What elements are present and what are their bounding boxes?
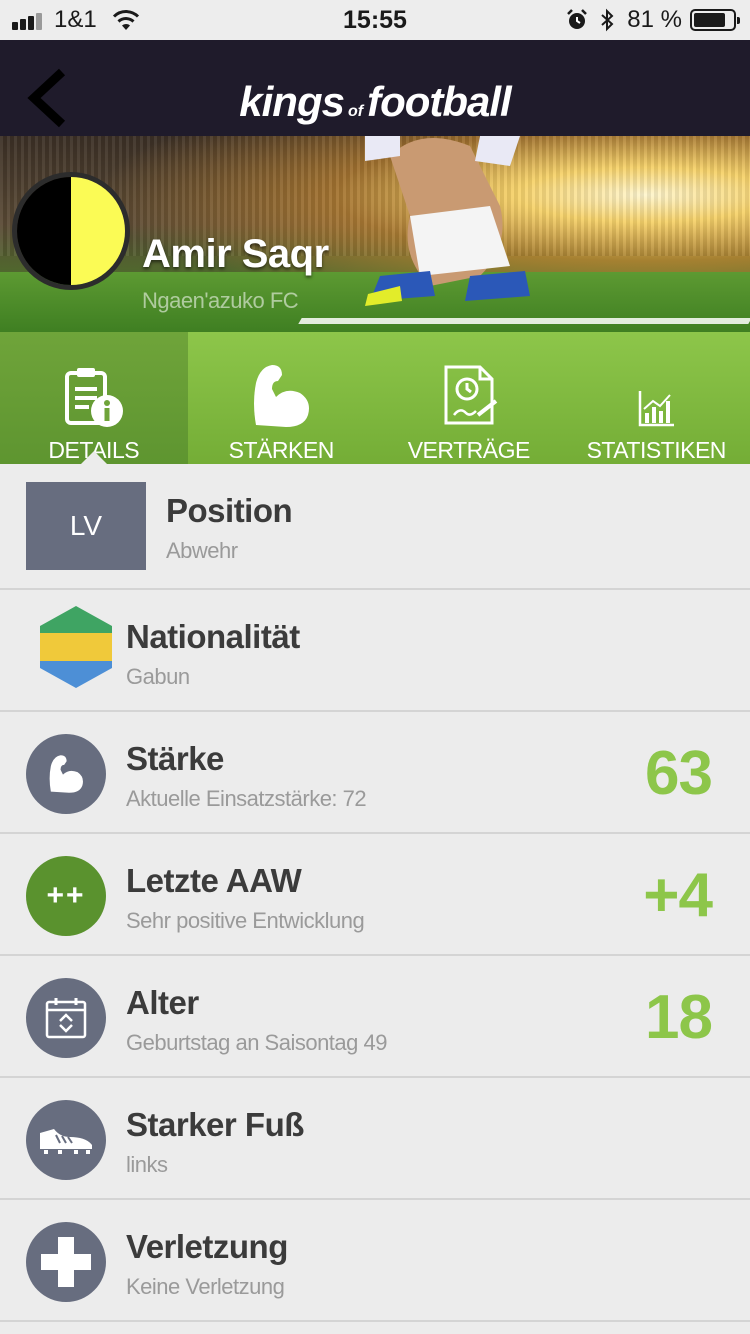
strength-value: 63 [645, 739, 713, 808]
calendar-icon [45, 998, 87, 1039]
tab-vertraege[interactable]: VERTRÄGE [375, 332, 563, 464]
strength-icon-circle [26, 734, 106, 814]
club-name: Ngaen'azuko FC [142, 288, 299, 313]
app-logo: kings offootball [239, 78, 511, 125]
list-item-injury: Verletzung Keine Verletzung [0, 1200, 750, 1322]
tab-label: STATISTIKEN [586, 437, 727, 463]
football-boot-icon [40, 1129, 92, 1154]
club-logo-avatar [12, 172, 130, 290]
tab-label: STÄRKEN [228, 437, 335, 463]
strength-subtitle: Aktuelle Einsatzstärke: 72 [126, 786, 367, 811]
age-value: 18 [645, 983, 713, 1052]
hero-background-image [365, 136, 530, 306]
foot-subtitle: links [126, 1152, 168, 1177]
flexed-arm-icon [254, 365, 310, 427]
tab-staerken[interactable]: STÄRKEN [188, 332, 376, 464]
foot-title: Starker Fuß [126, 1106, 304, 1143]
age-title: Alter [126, 984, 199, 1021]
list-item-age: Alter Geburtstag an Saisontag 49 18 [0, 956, 750, 1078]
tab-bar: DETAILS STÄRKEN VERTRÄGE STATISTIKEN [0, 332, 750, 465]
tab-label: DETAILS [48, 437, 140, 463]
player-header: Amir Saqr Ngaen'azuko FC [0, 136, 750, 332]
position-badge: LV [26, 482, 146, 570]
nationality-title: Nationalität [126, 618, 300, 655]
detail-list: LV Position Abwehr Nationalität Gabun St… [0, 464, 750, 1322]
bar-chart-icon [639, 391, 675, 427]
age-subtitle: Geburtstag an Saisontag 49 [126, 1030, 387, 1055]
alarm-icon [567, 9, 588, 29]
list-item-strong-foot: Starker Fuß links [0, 1078, 750, 1200]
list-item-position: LV Position Abwehr [0, 464, 750, 590]
injury-icon-circle [26, 1222, 106, 1302]
position-subtitle: Abwehr [166, 538, 238, 563]
position-title: Position [166, 492, 293, 529]
list-item-strength: Stärke Aktuelle Einsatzstärke: 72 63 [0, 712, 750, 834]
aaw-badge: ++ [26, 856, 106, 936]
list-item-nationality: Nationalität Gabun [0, 590, 750, 712]
aaw-title: Letzte AAW [126, 862, 302, 899]
player-name: Amir Saqr [142, 232, 329, 276]
battery-percent: 81 % [627, 6, 682, 33]
tab-details[interactable]: DETAILS [0, 332, 188, 465]
age-icon-circle [26, 978, 106, 1058]
aaw-value: +4 [643, 861, 713, 930]
battery-icon [690, 9, 740, 31]
plus-cross-icon [41, 1237, 91, 1287]
strength-title: Stärke [126, 740, 224, 777]
document-info-icon [64, 368, 123, 427]
aaw-subtitle: Sehr positive Entwicklung [126, 908, 365, 933]
flexed-arm-icon [49, 755, 83, 793]
gabon-flag-icon [40, 606, 112, 688]
nationality-subtitle: Gabun [126, 664, 190, 689]
foot-icon-circle [26, 1100, 106, 1180]
injury-subtitle: Keine Verletzung [126, 1274, 285, 1299]
nav-bar: kings offootball [0, 40, 750, 136]
list-item-last-aaw: ++ Letzte AAW Sehr positive Entwicklung … [0, 834, 750, 956]
bluetooth-icon [601, 8, 614, 32]
tab-statistiken[interactable]: STATISTIKEN [563, 332, 750, 464]
injury-title: Verletzung [126, 1228, 288, 1265]
contract-icon [444, 365, 497, 425]
status-bar: 1&1 15:55 81 % [0, 0, 750, 40]
tab-label: VERTRÄGE [407, 437, 531, 463]
